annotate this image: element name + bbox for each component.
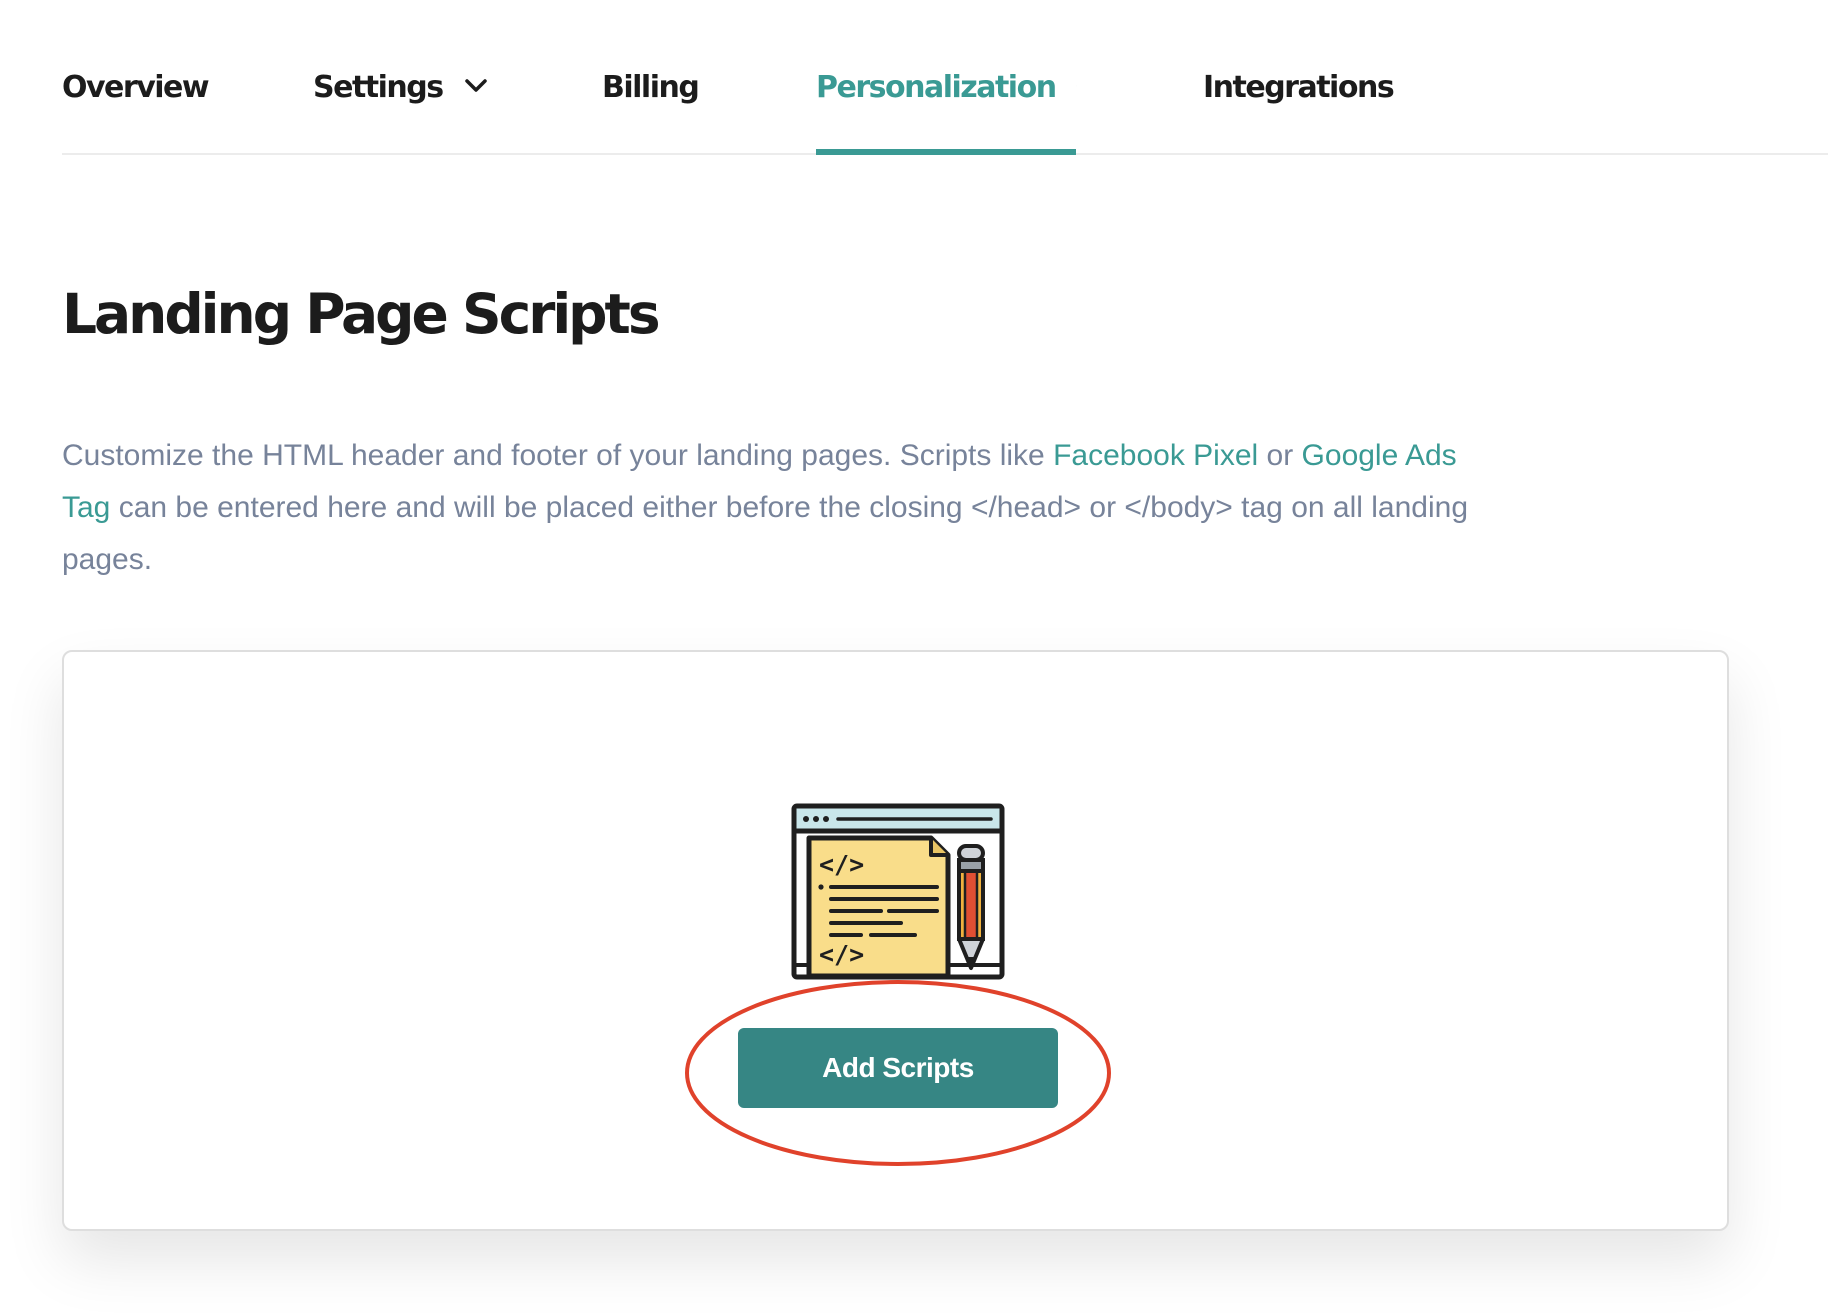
code-document-pencil-icon: </> </>	[791, 803, 1005, 980]
code-tag-text: </>	[819, 940, 864, 969]
add-scripts-button[interactable]: Add Scripts	[738, 1028, 1058, 1108]
description-text: Customize the HTML header and footer of …	[62, 439, 1054, 472]
tab-billing-label: Billing	[602, 70, 700, 105]
description-text: or	[1258, 439, 1302, 472]
code-tag-text: </>	[819, 850, 864, 879]
tab-overview-label: Overview	[62, 70, 210, 105]
description-text: can be entered here and will be placed e…	[62, 491, 1469, 576]
page-title: Landing Page Scripts	[62, 282, 661, 346]
tab-overview[interactable]: Overview	[62, 64, 210, 153]
page-description: Customize the HTML header and footer of …	[62, 430, 1502, 586]
tab-settings-label: Settings	[313, 70, 444, 105]
active-tab-indicator	[816, 149, 1076, 155]
tab-integrations[interactable]: Integrations	[1203, 64, 1395, 153]
scripts-empty-state-card: </> </> Add Scripts	[62, 650, 1729, 1231]
tab-personalization[interactable]: Personalization	[816, 64, 1076, 155]
tab-settings[interactable]: Settings	[313, 64, 489, 153]
tab-integrations-label: Integrations	[1203, 70, 1395, 105]
facebook-pixel-link[interactable]: Facebook Pixel	[1053, 439, 1258, 472]
chevron-down-icon	[464, 79, 487, 92]
tab-personalization-label: Personalization	[816, 70, 1057, 105]
top-navigation: Overview Settings Billing Personalizatio…	[62, 0, 1828, 155]
tab-billing[interactable]: Billing	[602, 64, 700, 153]
